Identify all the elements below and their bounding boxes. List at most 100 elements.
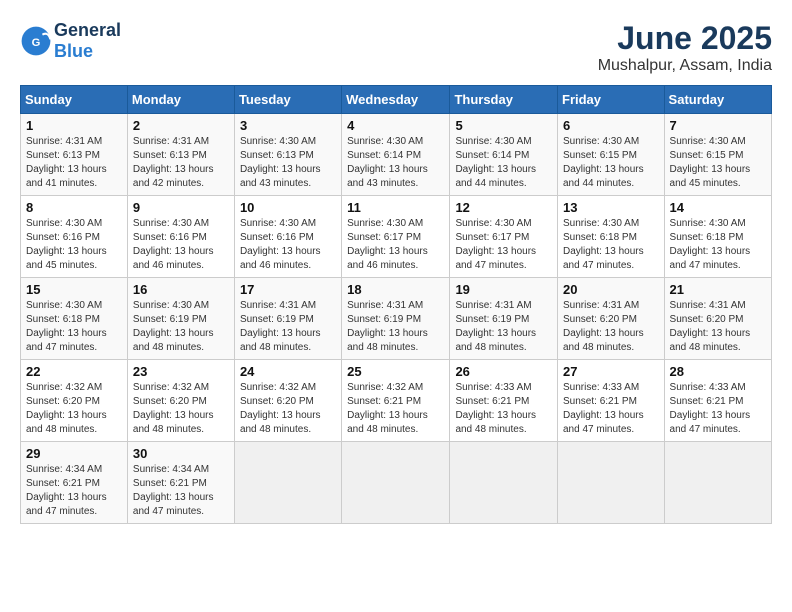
calendar-week-row: 29 Sunrise: 4:34 AMSunset: 6:21 PMDaylig… [21,442,772,524]
table-row: 9 Sunrise: 4:30 AMSunset: 6:16 PMDayligh… [127,196,234,278]
day-number: 29 [26,446,122,461]
day-detail: Sunrise: 4:30 AMSunset: 6:18 PMDaylight:… [670,218,751,271]
day-detail: Sunrise: 4:31 AMSunset: 6:19 PMDaylight:… [347,300,428,353]
day-number: 20 [563,282,659,297]
day-number: 15 [26,282,122,297]
day-number: 8 [26,200,122,215]
day-detail: Sunrise: 4:30 AMSunset: 6:15 PMDaylight:… [563,136,644,189]
col-saturday: Saturday [664,86,771,114]
page-header: G General Blue June 2025 Mushalpur, Assa… [20,20,772,75]
table-row: 8 Sunrise: 4:30 AMSunset: 6:16 PMDayligh… [21,196,128,278]
day-detail: Sunrise: 4:30 AMSunset: 6:17 PMDaylight:… [347,218,428,271]
day-detail: Sunrise: 4:30 AMSunset: 6:13 PMDaylight:… [240,136,321,189]
day-detail: Sunrise: 4:30 AMSunset: 6:18 PMDaylight:… [26,300,107,353]
col-thursday: Thursday [450,86,558,114]
logo-general-text: General [54,20,121,40]
table-row: 18 Sunrise: 4:31 AMSunset: 6:19 PMDaylig… [342,278,450,360]
table-row: 22 Sunrise: 4:32 AMSunset: 6:20 PMDaylig… [21,360,128,442]
table-row: 30 Sunrise: 4:34 AMSunset: 6:21 PMDaylig… [127,442,234,524]
table-row: 24 Sunrise: 4:32 AMSunset: 6:20 PMDaylig… [234,360,341,442]
day-detail: Sunrise: 4:33 AMSunset: 6:21 PMDaylight:… [563,382,644,435]
day-number: 19 [455,282,552,297]
day-number: 27 [563,364,659,379]
day-detail: Sunrise: 4:30 AMSunset: 6:16 PMDaylight:… [26,218,107,271]
table-row: 16 Sunrise: 4:30 AMSunset: 6:19 PMDaylig… [127,278,234,360]
table-row: 12 Sunrise: 4:30 AMSunset: 6:17 PMDaylig… [450,196,558,278]
day-number: 3 [240,118,336,133]
table-row: 26 Sunrise: 4:33 AMSunset: 6:21 PMDaylig… [450,360,558,442]
day-detail: Sunrise: 4:32 AMSunset: 6:20 PMDaylight:… [133,382,214,435]
table-row: 3 Sunrise: 4:30 AMSunset: 6:13 PMDayligh… [234,114,341,196]
calendar-week-row: 8 Sunrise: 4:30 AMSunset: 6:16 PMDayligh… [21,196,772,278]
day-number: 24 [240,364,336,379]
day-detail: Sunrise: 4:31 AMSunset: 6:13 PMDaylight:… [133,136,214,189]
day-detail: Sunrise: 4:34 AMSunset: 6:21 PMDaylight:… [26,464,107,517]
calendar-week-row: 22 Sunrise: 4:32 AMSunset: 6:20 PMDaylig… [21,360,772,442]
table-row [664,442,771,524]
calendar-header-row: Sunday Monday Tuesday Wednesday Thursday… [21,86,772,114]
table-row: 2 Sunrise: 4:31 AMSunset: 6:13 PMDayligh… [127,114,234,196]
table-row: 4 Sunrise: 4:30 AMSunset: 6:14 PMDayligh… [342,114,450,196]
day-detail: Sunrise: 4:33 AMSunset: 6:21 PMDaylight:… [670,382,751,435]
table-row: 11 Sunrise: 4:30 AMSunset: 6:17 PMDaylig… [342,196,450,278]
table-row: 21 Sunrise: 4:31 AMSunset: 6:20 PMDaylig… [664,278,771,360]
table-row [234,442,341,524]
day-detail: Sunrise: 4:30 AMSunset: 6:16 PMDaylight:… [133,218,214,271]
day-detail: Sunrise: 4:30 AMSunset: 6:19 PMDaylight:… [133,300,214,353]
table-row: 28 Sunrise: 4:33 AMSunset: 6:21 PMDaylig… [664,360,771,442]
calendar-subtitle: Mushalpur, Assam, India [598,57,772,75]
day-detail: Sunrise: 4:30 AMSunset: 6:15 PMDaylight:… [670,136,751,189]
day-number: 7 [670,118,766,133]
day-detail: Sunrise: 4:31 AMSunset: 6:19 PMDaylight:… [240,300,321,353]
day-number: 4 [347,118,444,133]
table-row: 13 Sunrise: 4:30 AMSunset: 6:18 PMDaylig… [558,196,665,278]
day-detail: Sunrise: 4:34 AMSunset: 6:21 PMDaylight:… [133,464,214,517]
day-number: 9 [133,200,229,215]
day-number: 2 [133,118,229,133]
table-row [558,442,665,524]
day-detail: Sunrise: 4:32 AMSunset: 6:20 PMDaylight:… [26,382,107,435]
day-number: 6 [563,118,659,133]
table-row: 14 Sunrise: 4:30 AMSunset: 6:18 PMDaylig… [664,196,771,278]
day-number: 18 [347,282,444,297]
day-number: 26 [455,364,552,379]
table-row: 17 Sunrise: 4:31 AMSunset: 6:19 PMDaylig… [234,278,341,360]
table-row: 25 Sunrise: 4:32 AMSunset: 6:21 PMDaylig… [342,360,450,442]
day-number: 23 [133,364,229,379]
day-number: 10 [240,200,336,215]
day-number: 16 [133,282,229,297]
day-number: 11 [347,200,444,215]
day-number: 21 [670,282,766,297]
day-detail: Sunrise: 4:32 AMSunset: 6:20 PMDaylight:… [240,382,321,435]
day-detail: Sunrise: 4:30 AMSunset: 6:16 PMDaylight:… [240,218,321,271]
day-number: 14 [670,200,766,215]
col-sunday: Sunday [21,86,128,114]
day-detail: Sunrise: 4:30 AMSunset: 6:14 PMDaylight:… [347,136,428,189]
table-row: 29 Sunrise: 4:34 AMSunset: 6:21 PMDaylig… [21,442,128,524]
day-detail: Sunrise: 4:33 AMSunset: 6:21 PMDaylight:… [455,382,536,435]
day-detail: Sunrise: 4:30 AMSunset: 6:14 PMDaylight:… [455,136,536,189]
day-number: 17 [240,282,336,297]
table-row: 7 Sunrise: 4:30 AMSunset: 6:15 PMDayligh… [664,114,771,196]
logo-icon: G [20,25,52,57]
title-block: June 2025 Mushalpur, Assam, India [598,20,772,75]
table-row: 10 Sunrise: 4:30 AMSunset: 6:16 PMDaylig… [234,196,341,278]
svg-text:G: G [32,37,41,49]
day-number: 1 [26,118,122,133]
table-row [450,442,558,524]
col-friday: Friday [558,86,665,114]
day-number: 5 [455,118,552,133]
calendar-table: Sunday Monday Tuesday Wednesday Thursday… [20,85,772,524]
day-detail: Sunrise: 4:31 AMSunset: 6:13 PMDaylight:… [26,136,107,189]
day-number: 30 [133,446,229,461]
table-row [342,442,450,524]
logo: G General Blue [20,20,121,62]
col-monday: Monday [127,86,234,114]
day-detail: Sunrise: 4:30 AMSunset: 6:17 PMDaylight:… [455,218,536,271]
logo-blue-text: Blue [54,41,93,61]
col-wednesday: Wednesday [342,86,450,114]
day-number: 22 [26,364,122,379]
table-row: 19 Sunrise: 4:31 AMSunset: 6:19 PMDaylig… [450,278,558,360]
table-row: 1 Sunrise: 4:31 AMSunset: 6:13 PMDayligh… [21,114,128,196]
day-number: 28 [670,364,766,379]
